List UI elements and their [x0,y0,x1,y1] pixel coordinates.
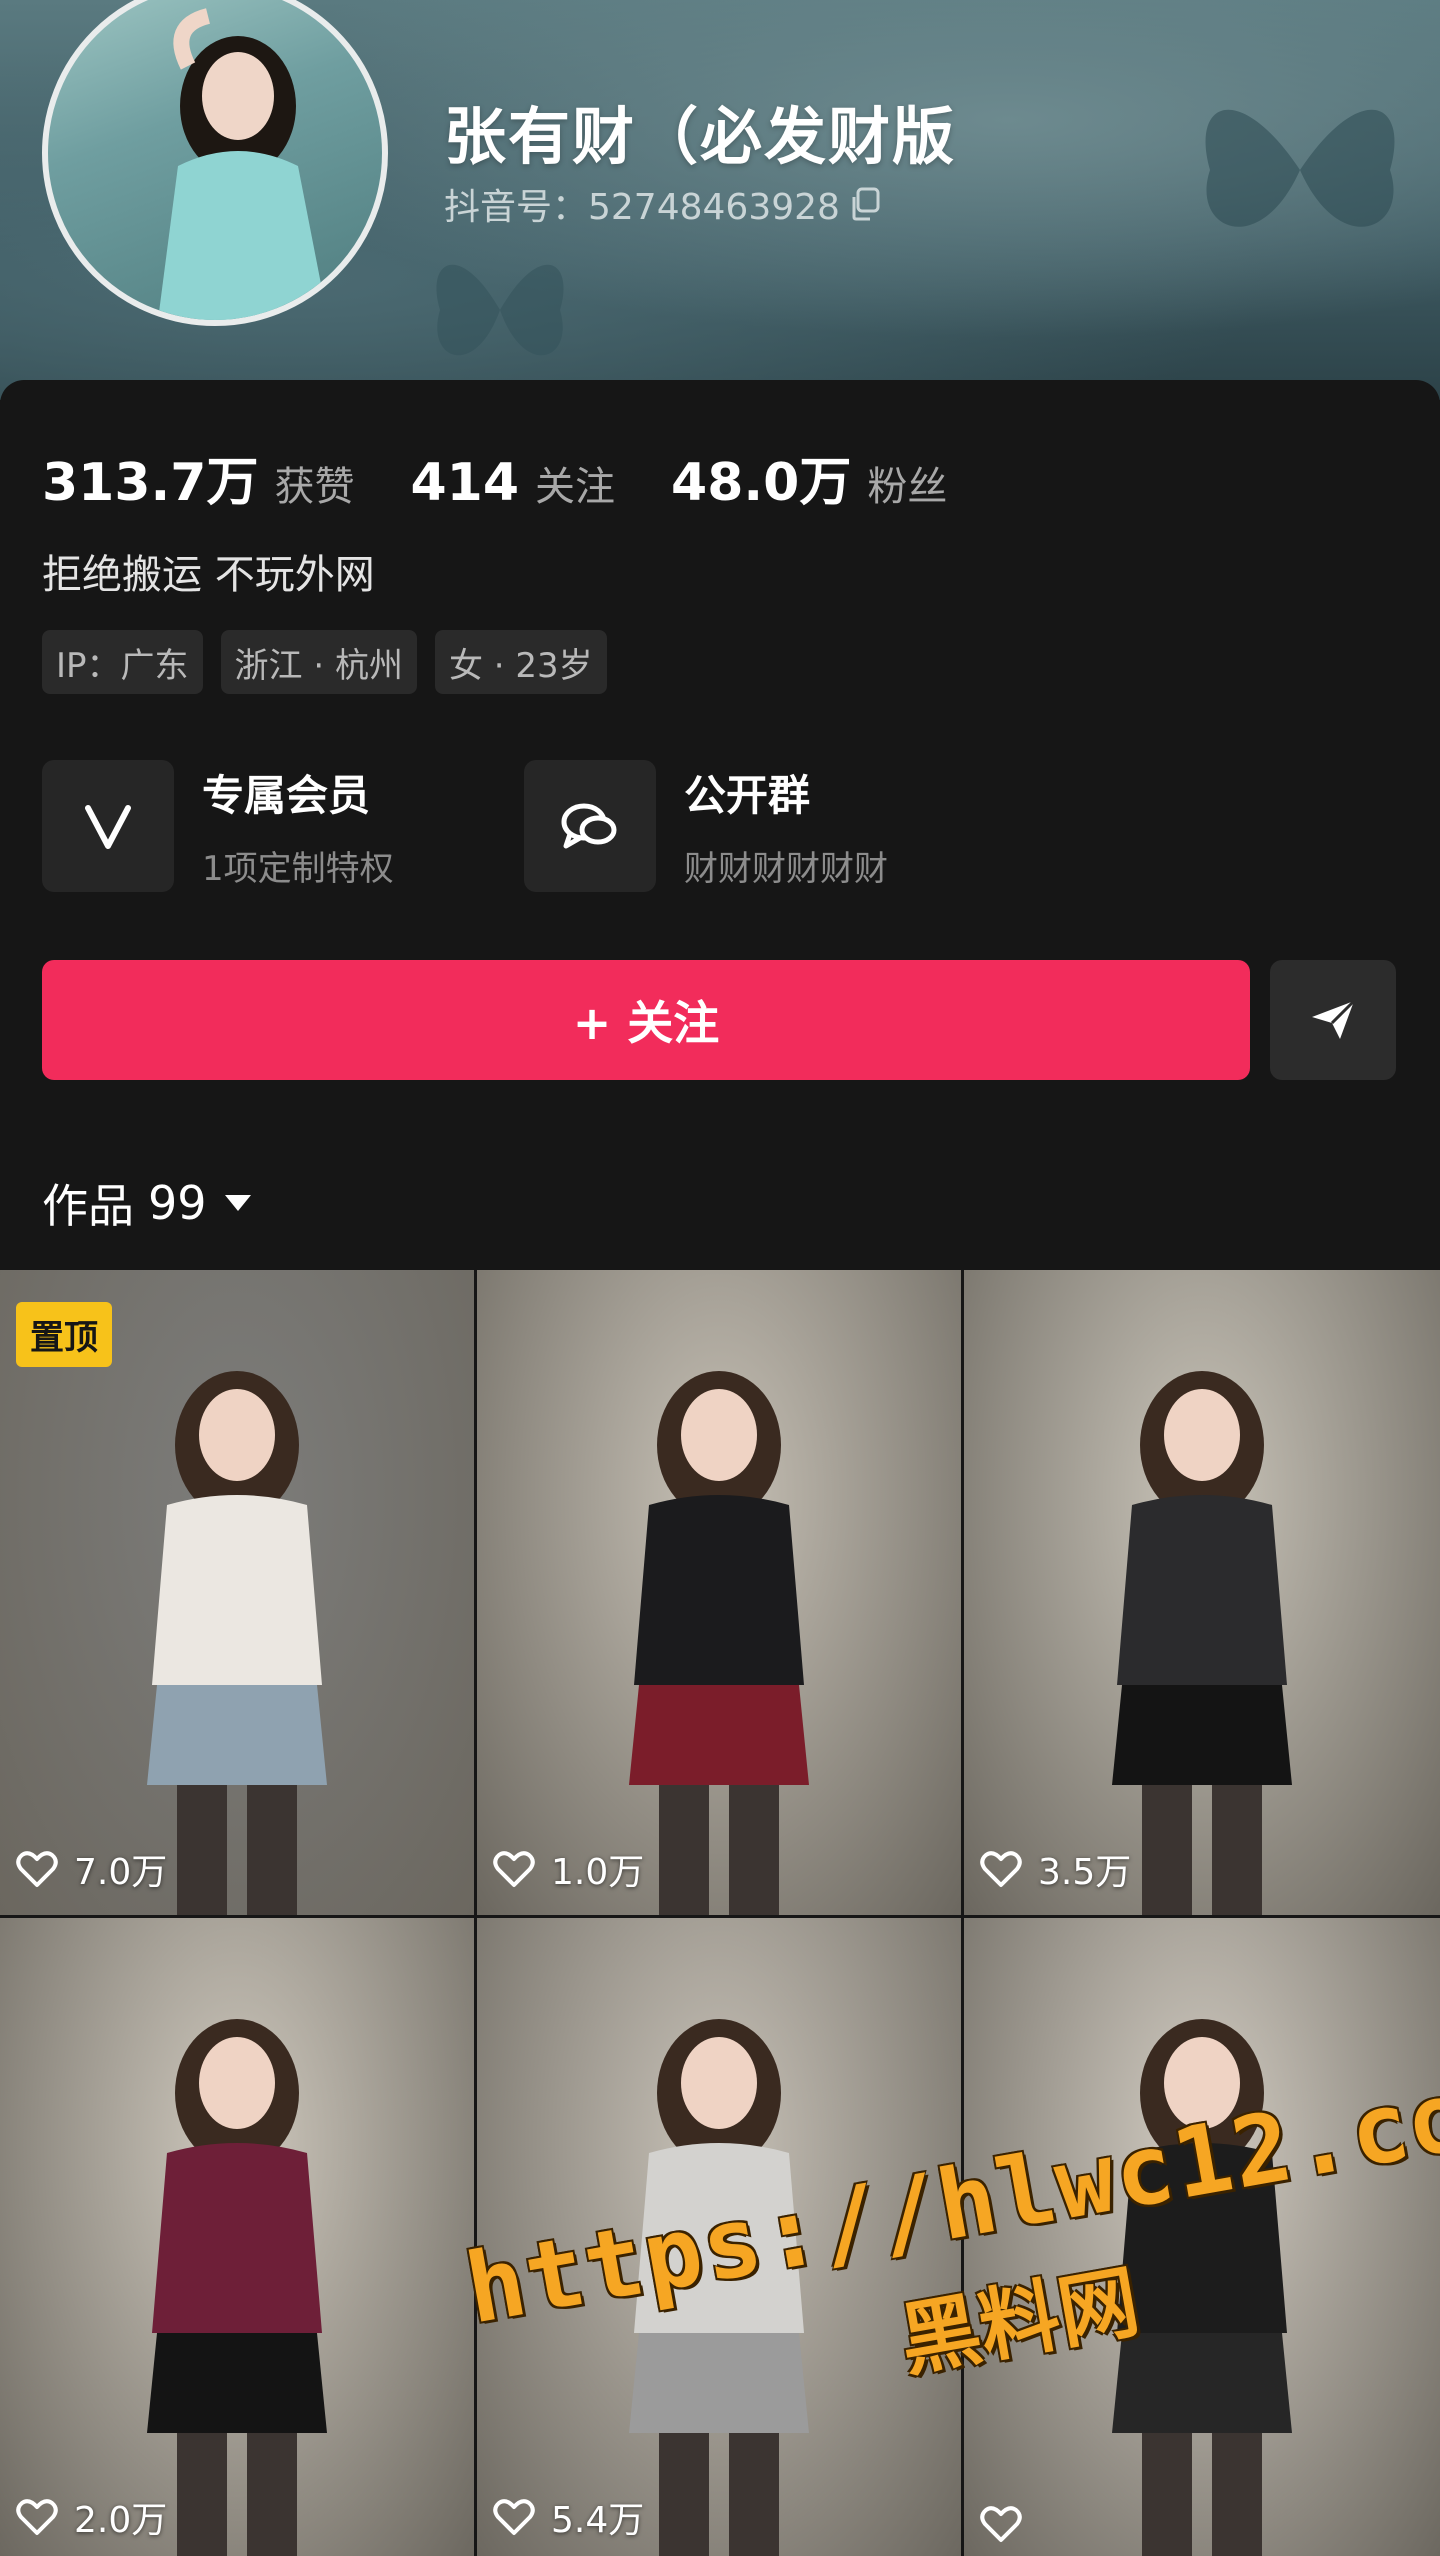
vip-v-icon [42,760,174,892]
works-label: 作品 [42,1179,134,1233]
stat-label: 获赞 [274,464,355,510]
video-thumbnail [147,2019,327,2556]
feature-subtitle: 财财财财财财 [684,849,888,889]
action-row: + 关注 [42,960,1396,1080]
heart-icon [980,2506,1022,2542]
avatar-portrait [158,8,328,320]
stat-likes[interactable]: 313.7万 获赞 [42,440,354,515]
feature-vip[interactable]: 专属会员 1项定制特权 [42,760,524,892]
heart-icon [16,1851,58,1887]
like-count: 5.4万 [551,2500,645,2541]
follow-button[interactable]: + 关注 [42,960,1250,1080]
profile-tags: IP：广东 浙江 · 杭州 女 · 23岁 [42,630,607,694]
video-tile[interactable]: 1.0万 [477,1270,961,1915]
video-tile[interactable]: 2.0万 [0,1918,474,2556]
butterfly-decoration [1205,109,1395,227]
like-count: 2.0万 [74,2500,168,2541]
video-likes: 1.0万 [493,1843,644,1895]
butterfly-decoration [436,264,564,356]
heart-icon [493,2499,535,2535]
group-chat-icon [524,760,656,892]
profile-name: 张有财（必发财版 [444,100,957,173]
video-likes: 5.4万 [493,2491,644,2543]
profile-card: 313.7万 获赞 414 关注 48.0万 粉丝 拒绝搬运 不玩外网 IP：广… [0,380,1440,1280]
send-icon [1312,999,1356,1039]
video-likes [980,2505,1038,2543]
stat-followers[interactable]: 48.0万 粉丝 [671,440,947,515]
like-count: 7.0万 [74,1852,168,1893]
video-likes: 2.0万 [16,2491,167,2543]
video-tile[interactable]: 置顶 7.0万 [0,1270,474,1915]
tag-location: 浙江 · 杭州 [220,630,417,694]
video-thumbnail [147,1371,327,1915]
video-tile[interactable]: 3.5万 [964,1270,1440,1915]
avatar[interactable] [42,0,388,326]
stat-value: 414 [410,453,520,513]
douyin-id[interactable]: 抖音号：52748463928 [444,178,880,230]
stat-label: 关注 [535,464,616,510]
stat-following[interactable]: 414 关注 [410,453,615,513]
feature-title: 专属会员 [202,771,371,820]
like-count: 3.5万 [1038,1852,1132,1893]
profile-banner: 张有财（必发财版 抖音号：52748463928 [0,0,1440,400]
stats-row: 313.7万 获赞 414 关注 48.0万 粉丝 [42,440,1003,515]
heart-icon [493,1851,535,1887]
copy-icon[interactable] [850,187,880,221]
stat-value: 313.7万 [42,453,259,513]
like-count: 1.0万 [551,1852,645,1893]
pinned-badge: 置顶 [16,1302,112,1367]
stat-label: 粉丝 [867,464,948,510]
video-thumbnail [629,1371,809,1915]
stat-value: 48.0万 [671,453,852,513]
video-likes: 3.5万 [980,1843,1131,1895]
profile-bio: 拒绝搬运 不玩外网 [42,552,375,598]
feature-subtitle: 1项定制特权 [202,849,394,889]
send-message-button[interactable] [1270,960,1396,1080]
douyin-id-text: 抖音号：52748463928 [444,187,840,228]
feature-row: 专属会员 1项定制特权 公开群 财财财财财财 [42,760,1006,892]
feature-group[interactable]: 公开群 财财财财财财 [524,760,1006,892]
video-likes: 7.0万 [16,1843,167,1895]
heart-icon [980,1851,1022,1887]
chevron-down-icon [224,1195,251,1211]
works-count: 99 [148,1176,207,1230]
heart-icon [16,2499,58,2535]
works-tab[interactable]: 作品 99 [42,1170,251,1236]
video-thumbnail [1112,1371,1292,1915]
tag-gender-age: 女 · 23岁 [434,630,607,694]
tag-ip: IP：广东 [42,630,203,694]
feature-title: 公开群 [684,771,811,820]
